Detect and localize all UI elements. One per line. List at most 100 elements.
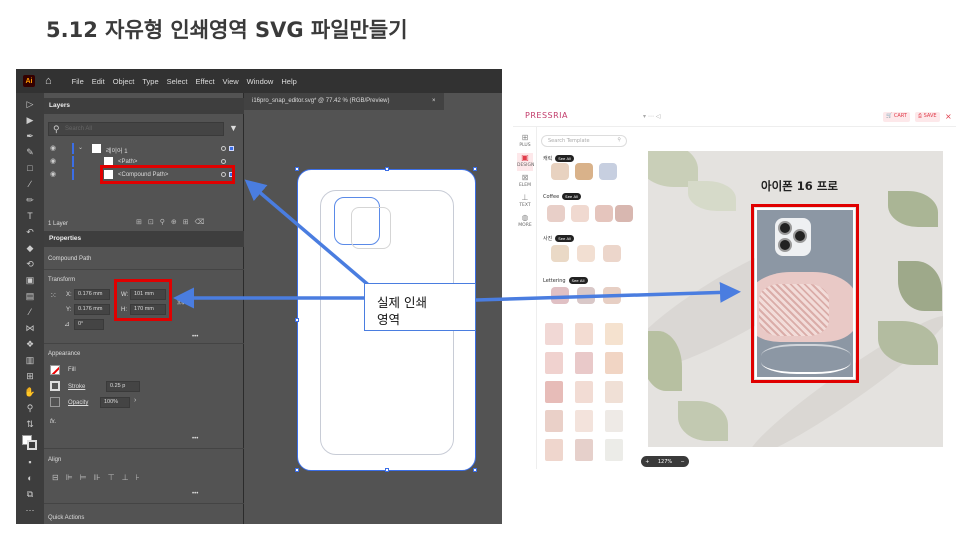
handle-br[interactable] xyxy=(473,468,477,472)
template-tile[interactable] xyxy=(605,439,623,461)
zoom-out-button[interactable]: − xyxy=(681,459,685,465)
expand-chevron-icon[interactable]: ⌄ xyxy=(78,144,83,151)
width-tool-icon[interactable]: ⟲ xyxy=(24,259,36,269)
fill-stroke-icon[interactable] xyxy=(22,435,37,451)
nav-plus[interactable]: ⊞ PLUS xyxy=(517,133,533,151)
template-search-input[interactable]: Search Template ⚲ xyxy=(541,135,627,147)
type-tool-icon[interactable]: T xyxy=(24,211,36,221)
handle-bl[interactable] xyxy=(295,468,299,472)
angle-field[interactable]: 0° xyxy=(74,319,104,330)
handle-tl[interactable] xyxy=(295,167,299,171)
zoom-control[interactable]: + 127% − xyxy=(641,456,689,467)
color-mode-icon[interactable]: ▪ xyxy=(24,457,36,467)
template-tile[interactable] xyxy=(575,410,593,432)
see-all-button[interactable]: See All xyxy=(562,193,582,200)
rectangle-tool-icon[interactable]: □ xyxy=(24,163,36,173)
align-buttons[interactable]: ⊟⊫⊨⊪⊤⊥⊦ xyxy=(52,473,147,482)
sticker-thumb[interactable] xyxy=(615,205,633,222)
handle-tc[interactable] xyxy=(385,167,389,171)
handle-tr[interactable] xyxy=(473,167,477,171)
direct-selection-icon[interactable]: ▶ xyxy=(24,115,36,125)
selection-tool-icon[interactable]: ▷ xyxy=(24,99,36,109)
opacity-chevron-icon[interactable]: › xyxy=(134,397,136,404)
product-preview[interactable]: 아이폰 16 프로 xyxy=(648,151,943,447)
more-tools-icon[interactable]: ⋯ xyxy=(24,505,36,515)
nav-more[interactable]: ◍ MORE xyxy=(517,213,533,231)
home-icon[interactable]: ⌂ xyxy=(45,75,52,87)
align-more[interactable]: ••• xyxy=(192,491,198,497)
close-tab-icon[interactable]: × xyxy=(432,98,436,104)
artboard-tool-icon[interactable]: ⊞ xyxy=(24,371,36,381)
opacity-field[interactable]: 100% xyxy=(100,397,130,408)
template-tile[interactable] xyxy=(605,323,623,345)
sticker-thumb[interactable] xyxy=(577,245,595,262)
menu-help[interactable]: Help xyxy=(281,77,296,86)
zoom-tool-icon[interactable]: ⚲ xyxy=(24,403,36,413)
shape-builder-icon[interactable]: ▣ xyxy=(24,275,36,285)
layer-row-group[interactable]: ◉ ⌄ 레이어 1 xyxy=(44,143,244,155)
menu-file[interactable]: File xyxy=(72,77,84,86)
constrain-link-icon[interactable]: ⛓ xyxy=(176,296,186,305)
menu-type[interactable]: Type xyxy=(142,77,158,86)
template-tile[interactable] xyxy=(575,352,593,374)
handle-ml[interactable] xyxy=(295,318,299,322)
sticker-thumb[interactable] xyxy=(599,163,617,180)
stroke-swatch[interactable] xyxy=(50,381,60,391)
sticker-thumb[interactable] xyxy=(571,205,589,222)
menu-select[interactable]: Select xyxy=(167,77,188,86)
template-tile[interactable] xyxy=(545,352,563,374)
visibility-eye-icon[interactable]: ◉ xyxy=(50,170,56,178)
document-tab[interactable]: i16pro_snap_editor.svg* @ 77.42 % (RGB/P… xyxy=(244,93,444,110)
template-tile[interactable] xyxy=(575,381,593,403)
opacity-label[interactable]: Opacity xyxy=(68,400,88,406)
menu-object[interactable]: Object xyxy=(113,77,135,86)
symbol-tool-icon[interactable]: ❖ xyxy=(24,339,36,349)
sticker-thumb[interactable] xyxy=(551,163,569,180)
blend-tool-icon[interactable]: ⋈ xyxy=(24,323,36,333)
template-tile[interactable] xyxy=(575,439,593,461)
eyedropper-icon[interactable]: ⁄ xyxy=(24,307,36,317)
sticker-thumb[interactable] xyxy=(551,287,569,304)
menu-view[interactable]: View xyxy=(223,77,239,86)
template-tile[interactable] xyxy=(545,439,563,461)
see-all-button[interactable]: See All xyxy=(555,155,575,162)
zoom-in-button[interactable]: + xyxy=(645,459,649,465)
eraser-tool-icon[interactable]: ◆ xyxy=(24,243,36,253)
sticker-thumb[interactable] xyxy=(603,245,621,262)
fill-swatch[interactable] xyxy=(50,365,60,375)
layers-search[interactable]: ⚲ Search All xyxy=(48,122,224,136)
template-tile[interactable] xyxy=(545,381,563,403)
rotate-tool-icon[interactable]: ↶ xyxy=(24,227,36,237)
graph-tool-icon[interactable]: ▥ xyxy=(24,355,36,365)
transform-more[interactable]: ••• xyxy=(192,334,198,340)
filter-icon[interactable]: ▼ xyxy=(229,123,238,133)
nav-text[interactable]: ⊥ TEXT xyxy=(517,193,533,211)
fx-button[interactable]: fx. xyxy=(50,419,56,425)
curvature-tool-icon[interactable]: ✎ xyxy=(24,147,36,157)
hand-tool-icon[interactable]: ✋ xyxy=(24,387,36,397)
menu-effect[interactable]: Effect xyxy=(196,77,215,86)
reference-point-icon[interactable]: ⁙ xyxy=(50,291,57,300)
visibility-eye-icon[interactable]: ◉ xyxy=(50,157,56,165)
nav-design[interactable]: ▣ DESIGN xyxy=(517,153,534,171)
template-tile[interactable] xyxy=(575,323,593,345)
pen-tool-icon[interactable]: ✒ xyxy=(24,131,36,141)
see-all-button[interactable]: See All xyxy=(555,235,575,242)
template-tile[interactable] xyxy=(605,381,623,403)
handle-bc[interactable] xyxy=(385,468,389,472)
x-field[interactable]: 0.176 mm xyxy=(74,289,110,300)
template-tile[interactable] xyxy=(605,352,623,374)
stroke-label[interactable]: Stroke xyxy=(68,384,85,390)
sticker-thumb[interactable] xyxy=(575,163,593,180)
save-button[interactable]: ⎙ SAVE xyxy=(915,112,940,122)
pressria-logo[interactable]: PRESSRIA xyxy=(525,111,568,120)
brush-tool-icon[interactable]: ∕ xyxy=(24,179,36,189)
layer-target-icon[interactable] xyxy=(221,146,226,151)
nav-elem[interactable]: ⊠ ELEM xyxy=(517,173,533,191)
appearance-more[interactable]: ••• xyxy=(192,436,198,442)
stroke-weight-field[interactable]: 0.25 p xyxy=(106,381,140,392)
swap-colors-icon[interactable]: ⇅ xyxy=(24,419,36,429)
menu-edit[interactable]: Edit xyxy=(92,77,105,86)
template-tile[interactable] xyxy=(545,323,563,345)
see-all-button[interactable]: See All xyxy=(568,277,588,284)
